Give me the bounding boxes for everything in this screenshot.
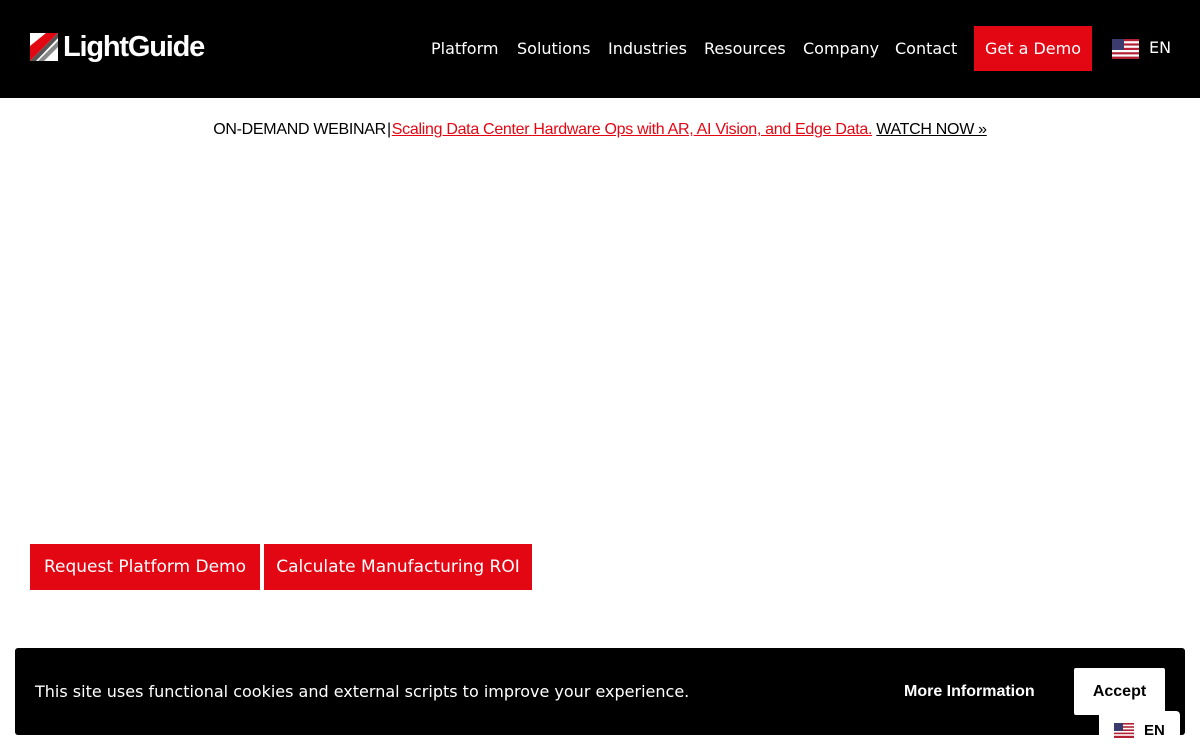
accept-cookies-button[interactable]: Accept xyxy=(1074,668,1165,715)
nav-contact[interactable]: Contact xyxy=(895,38,957,60)
banner-label: ON-DEMAND WEBINAR xyxy=(213,121,386,138)
logo[interactable]: LightGuide xyxy=(30,30,205,63)
webinar-link[interactable]: Scaling Data Center Hardware Ops with AR… xyxy=(392,121,873,138)
calculate-roi-button[interactable]: Calculate Manufacturing ROI xyxy=(264,544,532,590)
us-flag-icon xyxy=(1114,723,1134,738)
request-demo-button[interactable]: Request Platform Demo xyxy=(30,544,260,590)
language-widget[interactable]: EN xyxy=(1099,711,1180,750)
cookie-banner: This site uses functional cookies and ex… xyxy=(15,648,1185,735)
nav-industries[interactable]: Industries xyxy=(608,38,687,60)
logo-text: LightGuide xyxy=(63,30,205,63)
banner-separator: | xyxy=(386,121,391,138)
language-selector[interactable]: EN xyxy=(1112,38,1171,60)
nav-company[interactable]: Company xyxy=(803,38,879,60)
language-widget-label: EN xyxy=(1144,722,1165,739)
site-header: LightGuide Platform Solutions Industries… xyxy=(0,0,1200,98)
webinar-banner: ON-DEMAND WEBINAR|Scaling Data Center Ha… xyxy=(0,119,1200,141)
nav-platform[interactable]: Platform xyxy=(431,38,498,60)
cookie-message: This site uses functional cookies and ex… xyxy=(35,682,690,701)
us-flag-icon xyxy=(1112,39,1139,59)
nav-resources[interactable]: Resources xyxy=(704,38,786,60)
language-label: EN xyxy=(1149,37,1172,57)
get-demo-button[interactable]: Get a Demo xyxy=(974,26,1092,71)
nav-solutions[interactable]: Solutions xyxy=(517,38,591,60)
logo-mark-icon xyxy=(30,33,58,61)
more-information-link[interactable]: More Information xyxy=(904,681,1035,703)
watch-now-link[interactable]: WATCH NOW » xyxy=(876,121,987,138)
